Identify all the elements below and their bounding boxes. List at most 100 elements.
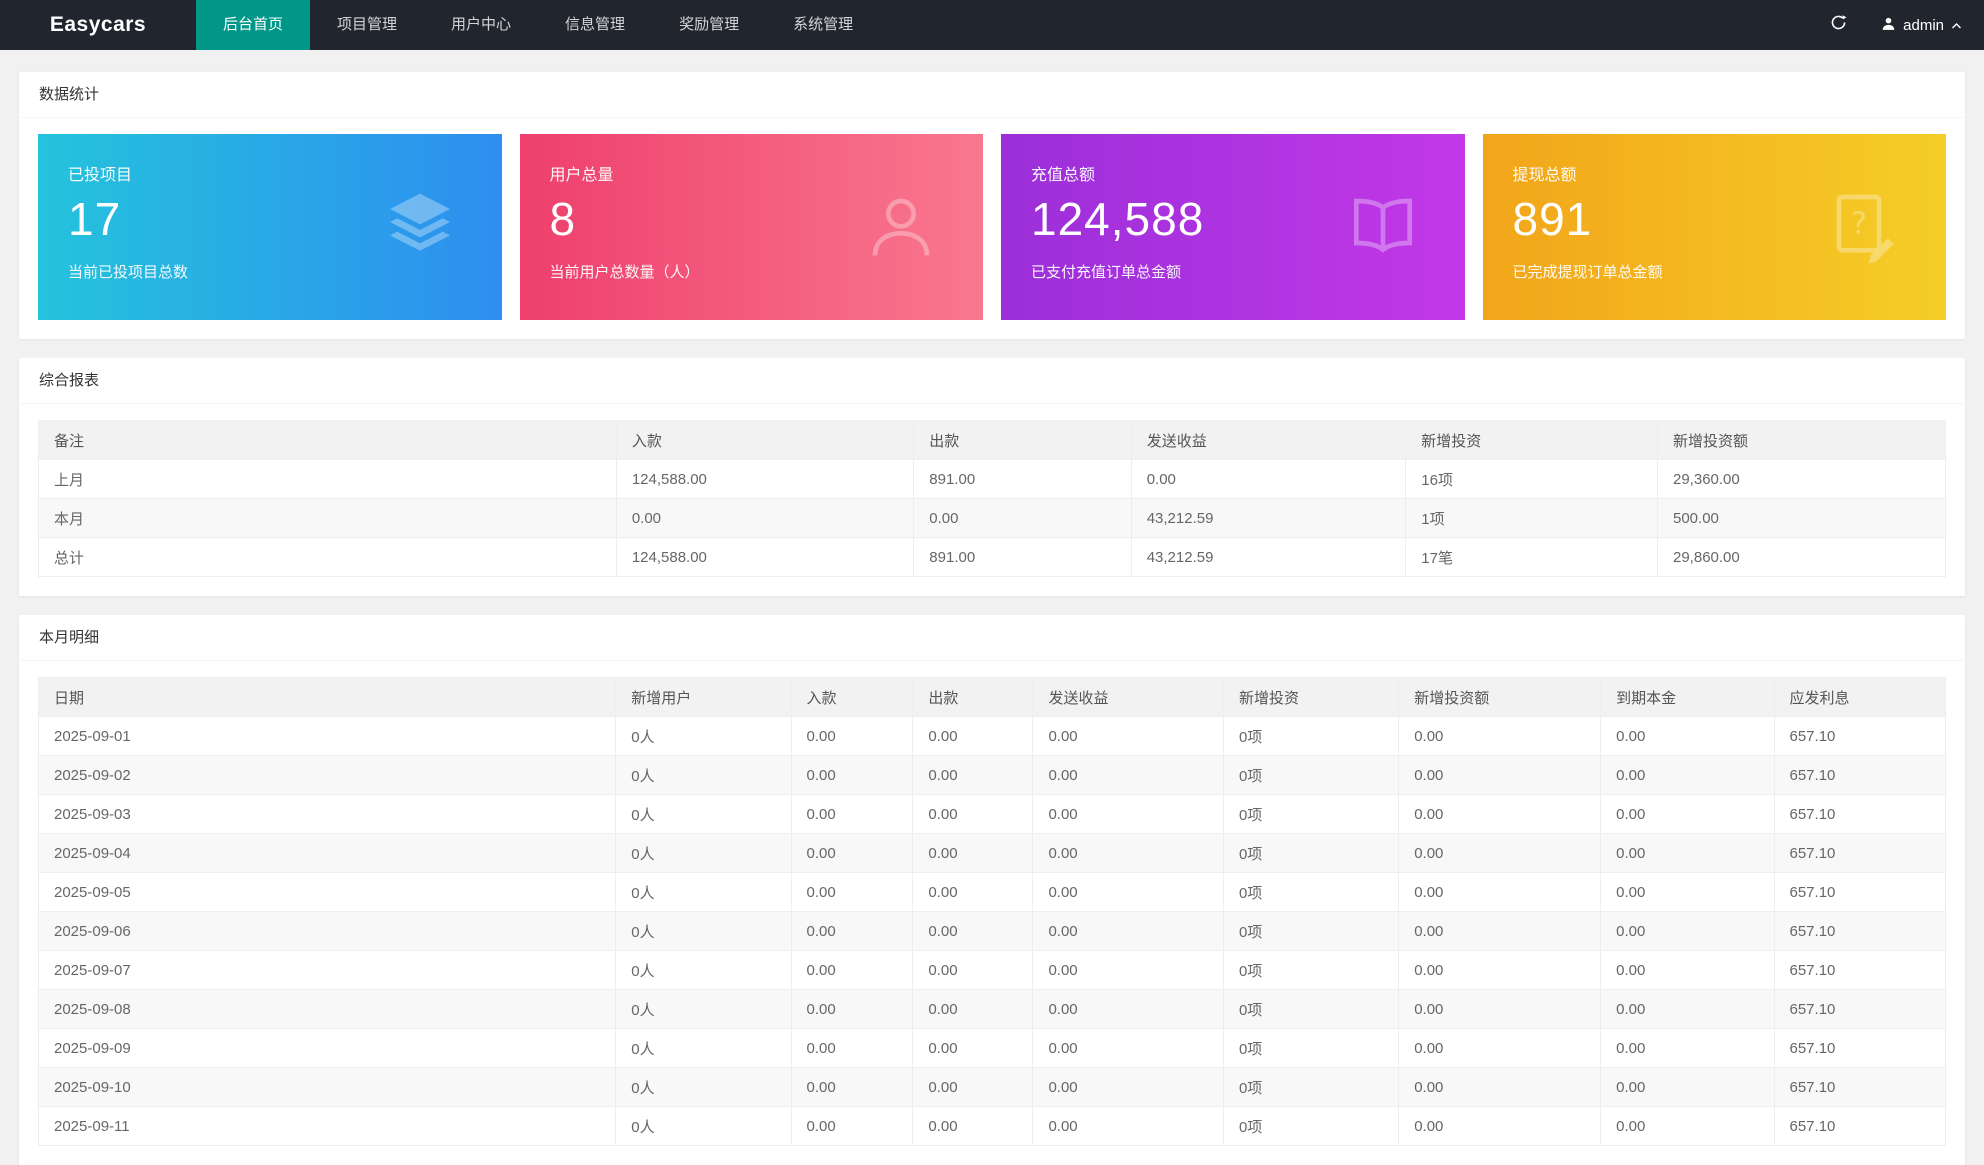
table-cell: 0.00 (1033, 795, 1224, 834)
table-cell: 0.00 (791, 873, 913, 912)
table-row: 2025-09-060人0.000.000.000项0.000.00657.10 (39, 912, 1946, 951)
table-cell: 0.00 (1601, 1107, 1774, 1146)
table-row: 2025-09-100人0.000.000.000项0.000.00657.10 (39, 1068, 1946, 1107)
table-cell: 上月 (39, 460, 617, 499)
column-header: 发送收益 (1131, 421, 1406, 460)
table-cell: 0.00 (1601, 756, 1774, 795)
column-header: 新增投资 (1406, 421, 1658, 460)
layers-icon (380, 187, 460, 267)
table-cell: 0.00 (1601, 1068, 1774, 1107)
table-cell: 657.10 (1774, 756, 1946, 795)
table-cell: 总计 (39, 538, 617, 577)
table-cell: 0.00 (1033, 717, 1224, 756)
table-cell: 0.00 (1399, 873, 1601, 912)
table-row: 2025-09-010人0.000.000.000项0.000.00657.10 (39, 717, 1946, 756)
table-cell: 0.00 (1399, 1029, 1601, 1068)
table-cell: 0.00 (1033, 1068, 1224, 1107)
table-cell: 657.10 (1774, 1107, 1946, 1146)
table-cell: 657.10 (1774, 990, 1946, 1029)
table-cell: 0.00 (1601, 873, 1774, 912)
table-cell: 0.00 (1399, 1068, 1601, 1107)
column-header: 到期本金 (1601, 678, 1774, 717)
table-cell: 2025-09-08 (39, 990, 616, 1029)
column-header: 入款 (616, 421, 913, 460)
column-header: 应发利息 (1774, 678, 1946, 717)
table-cell: 43,212.59 (1131, 538, 1406, 577)
table-cell: 657.10 (1774, 951, 1946, 990)
top-navbar: Easycars 后台首页 项目管理 用户中心 信息管理 奖励管理 系统管理 (0, 0, 1984, 50)
table-cell: 0.00 (913, 717, 1033, 756)
table-cell: 2025-09-04 (39, 834, 616, 873)
refresh-button[interactable] (1810, 0, 1867, 50)
table-cell: 2025-09-05 (39, 873, 616, 912)
table-cell: 16项 (1406, 460, 1658, 499)
table-cell: 0.00 (1033, 873, 1224, 912)
table-cell: 本月 (39, 499, 617, 538)
table-cell: 2025-09-02 (39, 756, 616, 795)
column-header: 新增投资额 (1658, 421, 1946, 460)
daily-table: 日期新增用户入款出款发送收益新增投资新增投资额到期本金应发利息 2025-09-… (38, 677, 1946, 1146)
table-cell: 657.10 (1774, 1029, 1946, 1068)
table-cell: 124,588.00 (616, 538, 913, 577)
nav-item-projects[interactable]: 项目管理 (310, 0, 424, 50)
daily-panel-title: 本月明细 (19, 615, 1965, 661)
table-row: 总计124,588.00891.0043,212.5917笔29,860.00 (39, 538, 1946, 577)
table-row: 2025-09-080人0.000.000.000项0.000.00657.10 (39, 990, 1946, 1029)
summary-panel: 综合报表 备注入款出款发送收益新增投资新增投资额 上月124,588.00891… (19, 358, 1965, 596)
table-cell: 0项 (1223, 1107, 1398, 1146)
table-cell: 0项 (1223, 717, 1398, 756)
stats-panel: 数据统计 已投项目 17 当前已投项目总数 用户总量 8 当前用户总数量（人） (19, 72, 1965, 339)
table-cell: 891.00 (914, 460, 1131, 499)
column-header: 入款 (791, 678, 913, 717)
refresh-icon (1830, 14, 1847, 36)
table-row: 上月124,588.00891.000.0016项29,360.00 (39, 460, 1946, 499)
table-cell: 891.00 (914, 538, 1131, 577)
column-header: 新增用户 (616, 678, 791, 717)
summary-table: 备注入款出款发送收益新增投资新增投资额 上月124,588.00891.000.… (38, 420, 1946, 577)
column-header: 出款 (913, 678, 1033, 717)
nav-item-home[interactable]: 后台首页 (196, 0, 310, 50)
table-row: 2025-09-110人0.000.000.000项0.000.00657.10 (39, 1107, 1946, 1146)
nav-item-system[interactable]: 系统管理 (766, 0, 880, 50)
table-cell: 0人 (616, 1068, 791, 1107)
table-row: 2025-09-040人0.000.000.000项0.000.00657.10 (39, 834, 1946, 873)
table-cell: 0.00 (913, 1068, 1033, 1107)
table-cell: 0项 (1223, 834, 1398, 873)
table-cell: 43,212.59 (1131, 499, 1406, 538)
nav-item-info[interactable]: 信息管理 (538, 0, 652, 50)
table-cell: 0.00 (1601, 1029, 1774, 1068)
table-cell: 0.00 (1601, 834, 1774, 873)
summary-panel-title: 综合报表 (19, 358, 1965, 404)
nav-right: admin (1810, 0, 1984, 50)
stat-card-users: 用户总量 8 当前用户总数量（人） (520, 134, 984, 320)
nav-item-users[interactable]: 用户中心 (424, 0, 538, 50)
table-cell: 0.00 (913, 873, 1033, 912)
table-cell: 0人 (616, 990, 791, 1029)
table-cell: 17笔 (1406, 538, 1658, 577)
column-header: 发送收益 (1033, 678, 1224, 717)
doc-question-icon: ? (1824, 187, 1904, 267)
nav-spacer (880, 0, 1810, 50)
table-cell: 0.00 (1033, 1107, 1224, 1146)
table-cell: 0.00 (616, 499, 913, 538)
table-cell: 29,360.00 (1658, 460, 1946, 499)
table-cell: 2025-09-06 (39, 912, 616, 951)
column-header: 备注 (39, 421, 617, 460)
brand-logo[interactable]: Easycars (0, 0, 196, 50)
table-cell: 0.00 (1399, 717, 1601, 756)
table-cell: 2025-09-07 (39, 951, 616, 990)
table-cell: 0项 (1223, 951, 1398, 990)
table-cell: 29,860.00 (1658, 538, 1946, 577)
table-cell: 0.00 (1399, 1107, 1601, 1146)
table-row: 2025-09-090人0.000.000.000项0.000.00657.10 (39, 1029, 1946, 1068)
table-cell: 1项 (1406, 499, 1658, 538)
table-cell: 0.00 (913, 951, 1033, 990)
table-cell: 0.00 (913, 756, 1033, 795)
nav-item-rewards[interactable]: 奖励管理 (652, 0, 766, 50)
stats-panel-title: 数据统计 (19, 72, 1965, 118)
table-cell: 0.00 (913, 912, 1033, 951)
user-menu[interactable]: admin (1867, 0, 1984, 50)
open-book-icon (1343, 187, 1423, 267)
table-cell: 0.00 (1399, 990, 1601, 1029)
daily-panel: 本月明细 日期新增用户入款出款发送收益新增投资新增投资额到期本金应发利息 202… (19, 615, 1965, 1165)
